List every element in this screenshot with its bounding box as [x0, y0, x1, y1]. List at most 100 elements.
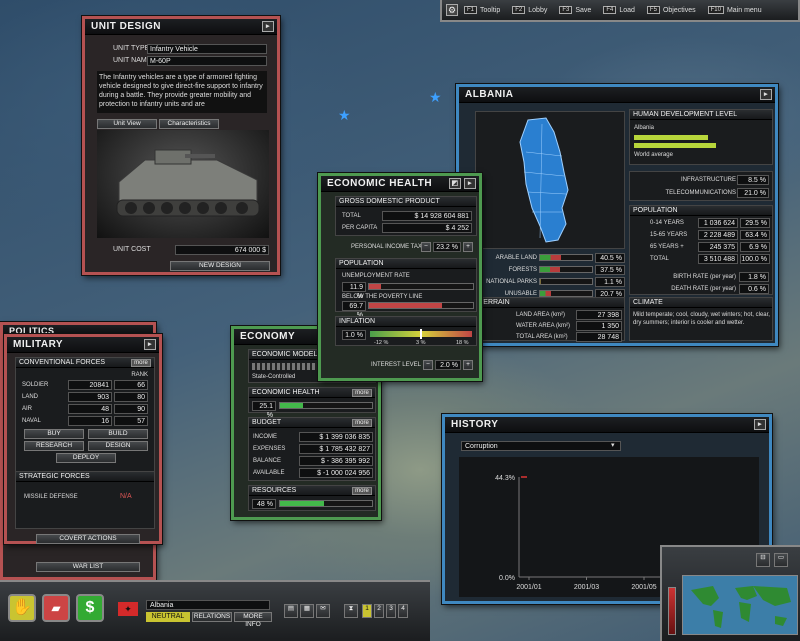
toolbar-item-objectives[interactable]: F5 Objectives	[646, 6, 700, 14]
economy-health-section: ECONOMIC HEALTH more 25.1 %	[248, 387, 376, 419]
more-info-button[interactable]: MORE INFO	[234, 612, 272, 628]
resources-more-button[interactable]: more	[352, 487, 372, 495]
population-row-pct: 100.0 %	[740, 254, 770, 264]
unit-description: The Infantry vehicles are a type of armo…	[97, 71, 267, 113]
total-area-value: 28 748	[576, 332, 622, 342]
graph-icon[interactable]: ◩	[449, 178, 461, 189]
unemployment-label: UNEMPLOYMENT RATE	[342, 273, 410, 279]
flag-icon: ✦	[118, 602, 138, 616]
interest-increase-button[interactable]: +	[463, 360, 473, 370]
research-button[interactable]: RESEARCH	[24, 441, 84, 451]
minimap-zoom-button[interactable]: ⊟	[756, 553, 770, 567]
poverty-value: 69.7 %	[342, 301, 366, 319]
toolbar-item-load[interactable]: F4 Load	[603, 6, 639, 14]
country-select[interactable]: Albania	[146, 600, 270, 610]
rank-label: RANK	[131, 372, 148, 378]
gdp-percap-label: PER CAPITA	[342, 225, 378, 231]
gdp-total-label: TOTAL	[342, 213, 361, 219]
tax-increase-button[interactable]: +	[463, 242, 473, 252]
close-icon[interactable]: ▸	[262, 21, 274, 32]
land-area-value: 27 398	[576, 310, 622, 320]
unit-cost-value: 674 000 $	[175, 245, 269, 255]
population-row-label: 0-14 YEARS	[650, 220, 684, 226]
population-row-pct: 6.9 %	[740, 242, 770, 252]
speed-3-button[interactable]: 3	[386, 604, 396, 618]
tab-characteristics[interactable]: Characteristics	[159, 119, 219, 129]
telecom-label: TELECOMMUNICATIONS	[665, 190, 736, 196]
military-row-label: NAVAL	[22, 418, 41, 424]
buy-button[interactable]: BUY	[24, 429, 84, 439]
close-icon[interactable]: ▸	[464, 178, 476, 189]
economic-health-title: ECONOMIC HEALTH	[327, 178, 433, 189]
population-row-value: 1 036 624	[698, 218, 738, 228]
population-row-label: 15-65 YEARS	[650, 232, 688, 238]
chart-icon[interactable]: ▦	[300, 604, 314, 618]
tab-unit-view[interactable]: Unit View	[97, 119, 157, 129]
inflation-tick-min: -12 %	[374, 340, 389, 346]
land-use-value: 37.5 %	[595, 265, 625, 275]
expenses-value: $ 1 785 432 827	[299, 444, 373, 454]
relations-button[interactable]: RELATIONS	[192, 612, 232, 622]
unit-name-select[interactable]: M-60P	[147, 56, 267, 66]
minimap[interactable]	[682, 575, 798, 635]
toolbar-item-lobby[interactable]: F2 Lobby	[512, 6, 551, 14]
hotkey-badge: F1	[464, 6, 478, 14]
mail-icon[interactable]: ✉	[316, 604, 330, 618]
toolbar-item-save[interactable]: F3 Save	[559, 6, 595, 14]
death-rate-label: DEATH RATE (per year)	[671, 286, 736, 292]
population-row-value: 245 375	[698, 242, 738, 252]
land-use-label: ARABLE LAND	[495, 255, 537, 261]
minimap-toggle-button[interactable]: ▭	[774, 553, 788, 567]
toolbar-item-tooltip[interactable]: F1 Tooltip	[464, 6, 504, 14]
interest-decrease-button[interactable]: −	[423, 360, 433, 370]
infrastructure-section: INFRASTRUCTURE 8.5 % TELECOMMUNICATIONS …	[629, 171, 773, 201]
map-city-marker-2[interactable]: ★	[429, 89, 442, 106]
bottom-toolbar: ✋ ▰ $ ✦ Albania NEUTRAL RELATIONS MORE I…	[0, 580, 430, 641]
albania-map-shape	[519, 117, 569, 243]
telecom-value: 21.0 %	[737, 188, 769, 198]
close-icon[interactable]: ▸	[760, 89, 772, 100]
close-icon[interactable]: ▸	[754, 419, 766, 430]
land-use-bar	[539, 266, 593, 273]
hotkey-badge: F10	[707, 6, 724, 14]
infrastructure-label: INFRASTRUCTURE	[681, 177, 736, 183]
speed-1-button[interactable]: 1	[362, 604, 372, 618]
build-button[interactable]: BUILD	[88, 429, 148, 439]
chevron-down-icon[interactable]: ▾	[611, 441, 615, 449]
economy-health-value: 25.1 %	[252, 401, 276, 419]
document-icon[interactable]: ▤	[284, 604, 298, 618]
chart-y-tick-label: 44.3%	[495, 475, 515, 482]
military-window: MILITARY ▸ CONVENTIONAL FORCES more RANK …	[4, 334, 162, 544]
speed-2-button[interactable]: 2	[374, 604, 384, 618]
history-metric-select[interactable]: Corruption	[461, 441, 621, 451]
tax-decrease-button[interactable]: −	[421, 242, 431, 252]
toolbar-item-main-menu[interactable]: F10 Main menu	[707, 6, 766, 14]
military-mode-button[interactable]: ▰	[42, 594, 70, 622]
deploy-button[interactable]: DEPLOY	[56, 453, 116, 463]
politics-mode-button[interactable]: ✋	[8, 594, 36, 622]
unit-type-select[interactable]: Infantry Vehicle	[147, 44, 267, 54]
hotkey-badge: F4	[603, 6, 617, 14]
conventional-more-button[interactable]: more	[131, 359, 151, 367]
health-more-button[interactable]: more	[352, 389, 372, 397]
gdp-section: GROSS DOMESTIC PRODUCT TOTAL $ 14 928 604…	[335, 196, 477, 236]
war-list-button[interactable]: WAR LIST	[36, 562, 140, 572]
population-row-pct: 29.5 %	[740, 218, 770, 228]
minimap-panel: ⊟ ▭	[660, 545, 800, 641]
covert-actions-button[interactable]: COVERT ACTIONS	[36, 534, 140, 544]
settings-icon[interactable]: ⚙	[446, 4, 458, 16]
design-button[interactable]: DESIGN	[88, 441, 148, 451]
hdl-title: HUMAN DEVELOPMENT LEVEL	[630, 110, 772, 120]
budget-more-button[interactable]: more	[352, 419, 372, 427]
toolbar-item-label: Save	[575, 6, 592, 14]
land-use-label: NATIONAL PARKS	[486, 279, 537, 285]
speed-4-button[interactable]: 4	[398, 604, 408, 618]
close-icon[interactable]: ▸	[144, 339, 156, 350]
map-city-marker[interactable]: ★	[338, 107, 351, 124]
hourglass-icon[interactable]: ⧗	[344, 604, 358, 618]
new-design-button[interactable]: NEW DESIGN	[170, 261, 270, 271]
economy-mode-button[interactable]: $	[76, 594, 104, 622]
infrastructure-value: 8.5 %	[737, 175, 769, 185]
country-map	[475, 111, 625, 249]
land-area-label: LAND AREA (km²)	[516, 312, 566, 318]
